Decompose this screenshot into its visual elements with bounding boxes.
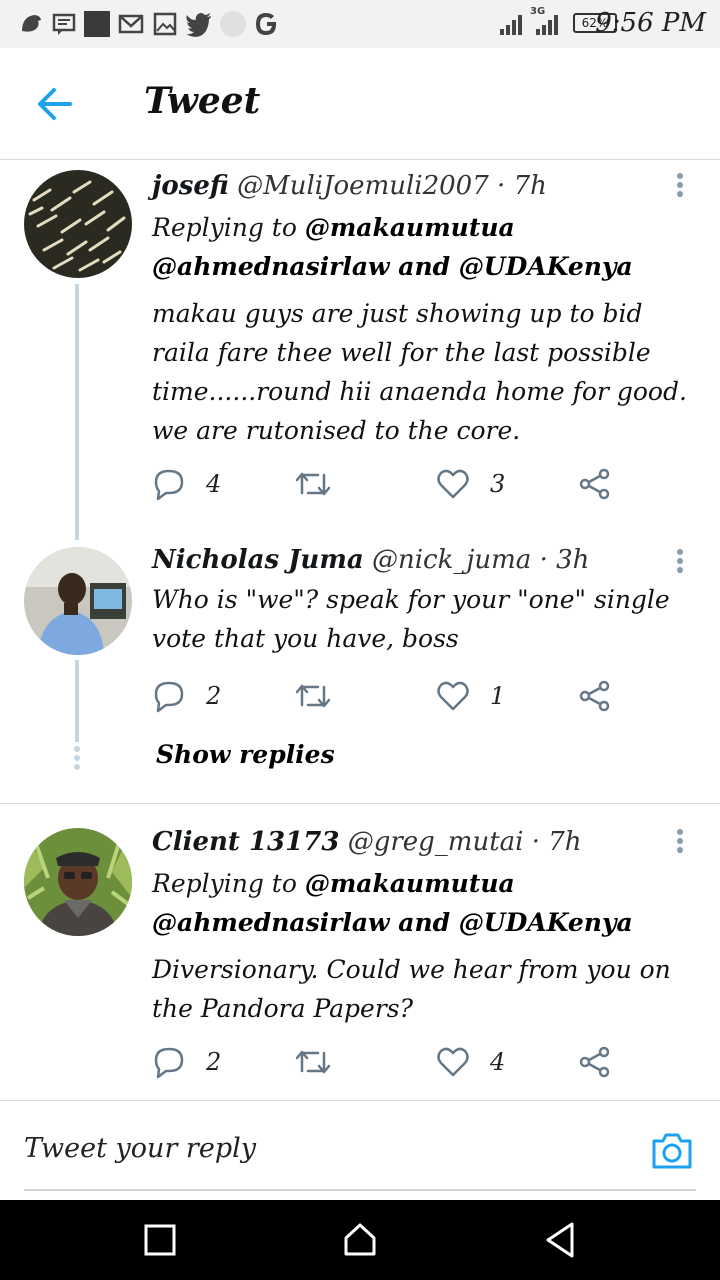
message-icon [52, 13, 76, 35]
reply-count: 4 [206, 470, 222, 498]
reply-count: 2 [206, 682, 222, 710]
user-handle[interactable]: @nick_juma [372, 545, 531, 575]
bird-icon [22, 15, 41, 32]
avatar[interactable] [24, 547, 132, 655]
user-name[interactable]: Client 13173 [152, 827, 339, 857]
like-count: 1 [490, 682, 506, 710]
tweet-header: Nicholas Juma @nick_juma · 3h [152, 542, 692, 578]
retweet-button[interactable] [294, 676, 332, 716]
tweet-text: makau guys are just showing up to bid ra… [152, 299, 687, 445]
like-button[interactable]: 1 [436, 676, 505, 716]
like-count: 3 [490, 470, 506, 498]
share-button[interactable] [578, 464, 612, 504]
retweet-button[interactable] [294, 464, 332, 504]
replying-label: Replying to [152, 869, 297, 898]
tweet-header: Client 13173 @greg_mutai · 7h [152, 824, 692, 860]
network-type: 3G [530, 6, 546, 17]
avatar[interactable] [24, 170, 132, 278]
reply-count: 2 [206, 1048, 222, 1076]
reply-bar: Tweet your reply [0, 1100, 720, 1200]
retweet-icon [295, 472, 331, 496]
back-nav-icon[interactable] [540, 1220, 580, 1260]
tweet-actions: 2 1 [152, 676, 632, 716]
reply-icon [154, 681, 184, 713]
tweet-actions: 2 4 [152, 1042, 632, 1082]
tweet-header: josefi @MuliJoemuli2007 · 7h [152, 168, 692, 204]
heart-icon [437, 681, 469, 711]
more-options-icon[interactable] [674, 826, 686, 856]
tweet-time: · 7h [531, 827, 582, 857]
like-button[interactable]: 3 [436, 464, 505, 504]
avatar[interactable] [24, 828, 132, 936]
home-icon[interactable] [340, 1220, 380, 1260]
recent-apps-icon[interactable] [140, 1220, 180, 1260]
reply-button[interactable]: 2 [152, 676, 221, 716]
tweet-card[interactable]: Nicholas Juma @nick_juma · 3h Who is "we… [0, 540, 720, 800]
heart-icon [437, 1047, 469, 1077]
retweet-icon [295, 684, 331, 708]
replying-to: Replying to @makaumutua @ahmednasirlaw a… [152, 208, 692, 286]
user-name[interactable]: Nicholas Juma [152, 545, 364, 575]
share-icon [579, 1046, 610, 1078]
thread-line [75, 660, 79, 742]
image-icon [153, 12, 177, 36]
like-button[interactable]: 4 [436, 1042, 505, 1082]
system-nav-bar [0, 1200, 720, 1280]
like-count: 4 [490, 1048, 506, 1076]
reply-button[interactable]: 2 [152, 1042, 221, 1082]
share-button[interactable] [578, 676, 612, 716]
retweet-icon [295, 1050, 331, 1074]
tweet-text: Who is "we"? speak for your "one" single… [152, 585, 670, 653]
google-icon [256, 13, 277, 35]
app-bar: Tweet [0, 48, 720, 160]
reply-input[interactable]: Tweet your reply [24, 1133, 256, 1164]
replying-label: Replying to [152, 213, 297, 242]
share-icon [579, 468, 610, 500]
square-icon [84, 11, 110, 37]
thread-line [75, 284, 79, 540]
tweet-time: · 3h [539, 545, 590, 575]
user-name[interactable]: josefi [152, 171, 229, 201]
tweet-actions: 4 3 [152, 464, 632, 504]
reply-icon [154, 1047, 184, 1079]
reply-icon [154, 469, 184, 501]
email-icon [220, 11, 246, 37]
replying-to: Replying to @makaumutua @ahmednasirlaw a… [152, 864, 692, 942]
twitter-icon [186, 13, 211, 37]
mail-icon [118, 14, 144, 34]
share-button[interactable] [578, 1042, 612, 1082]
thread-continuation-dots [74, 746, 80, 773]
more-options-icon[interactable] [674, 170, 686, 200]
page-title: Tweet [144, 80, 261, 122]
retweet-button[interactable] [294, 1042, 332, 1082]
share-icon [579, 680, 610, 712]
tweet-time: · 7h [497, 171, 547, 201]
more-options-icon[interactable] [674, 546, 686, 576]
divider [0, 803, 720, 804]
tweet-card[interactable]: Client 13173 @greg_mutai · 7h Replying t… [0, 816, 720, 1098]
user-handle[interactable]: @MuliJoemuli2007 [237, 171, 489, 201]
arrow-left-icon[interactable] [30, 78, 82, 130]
status-bar: 3G 62% 9:56 PM [0, 0, 720, 48]
tweet-card[interactable]: josefi @MuliJoemuli2007 · 7h Replying to… [0, 160, 720, 540]
heart-icon [437, 469, 469, 499]
reply-button[interactable]: 4 [152, 464, 221, 504]
reply-input-underline [24, 1189, 696, 1191]
tweet-text: Diversionary. Could we hear from you on … [152, 955, 671, 1023]
show-replies-link[interactable]: Show replies [156, 740, 335, 769]
status-time: 9:56 PM [595, 8, 706, 38]
camera-icon[interactable] [650, 1129, 694, 1173]
user-handle[interactable]: @greg_mutai [348, 827, 524, 857]
